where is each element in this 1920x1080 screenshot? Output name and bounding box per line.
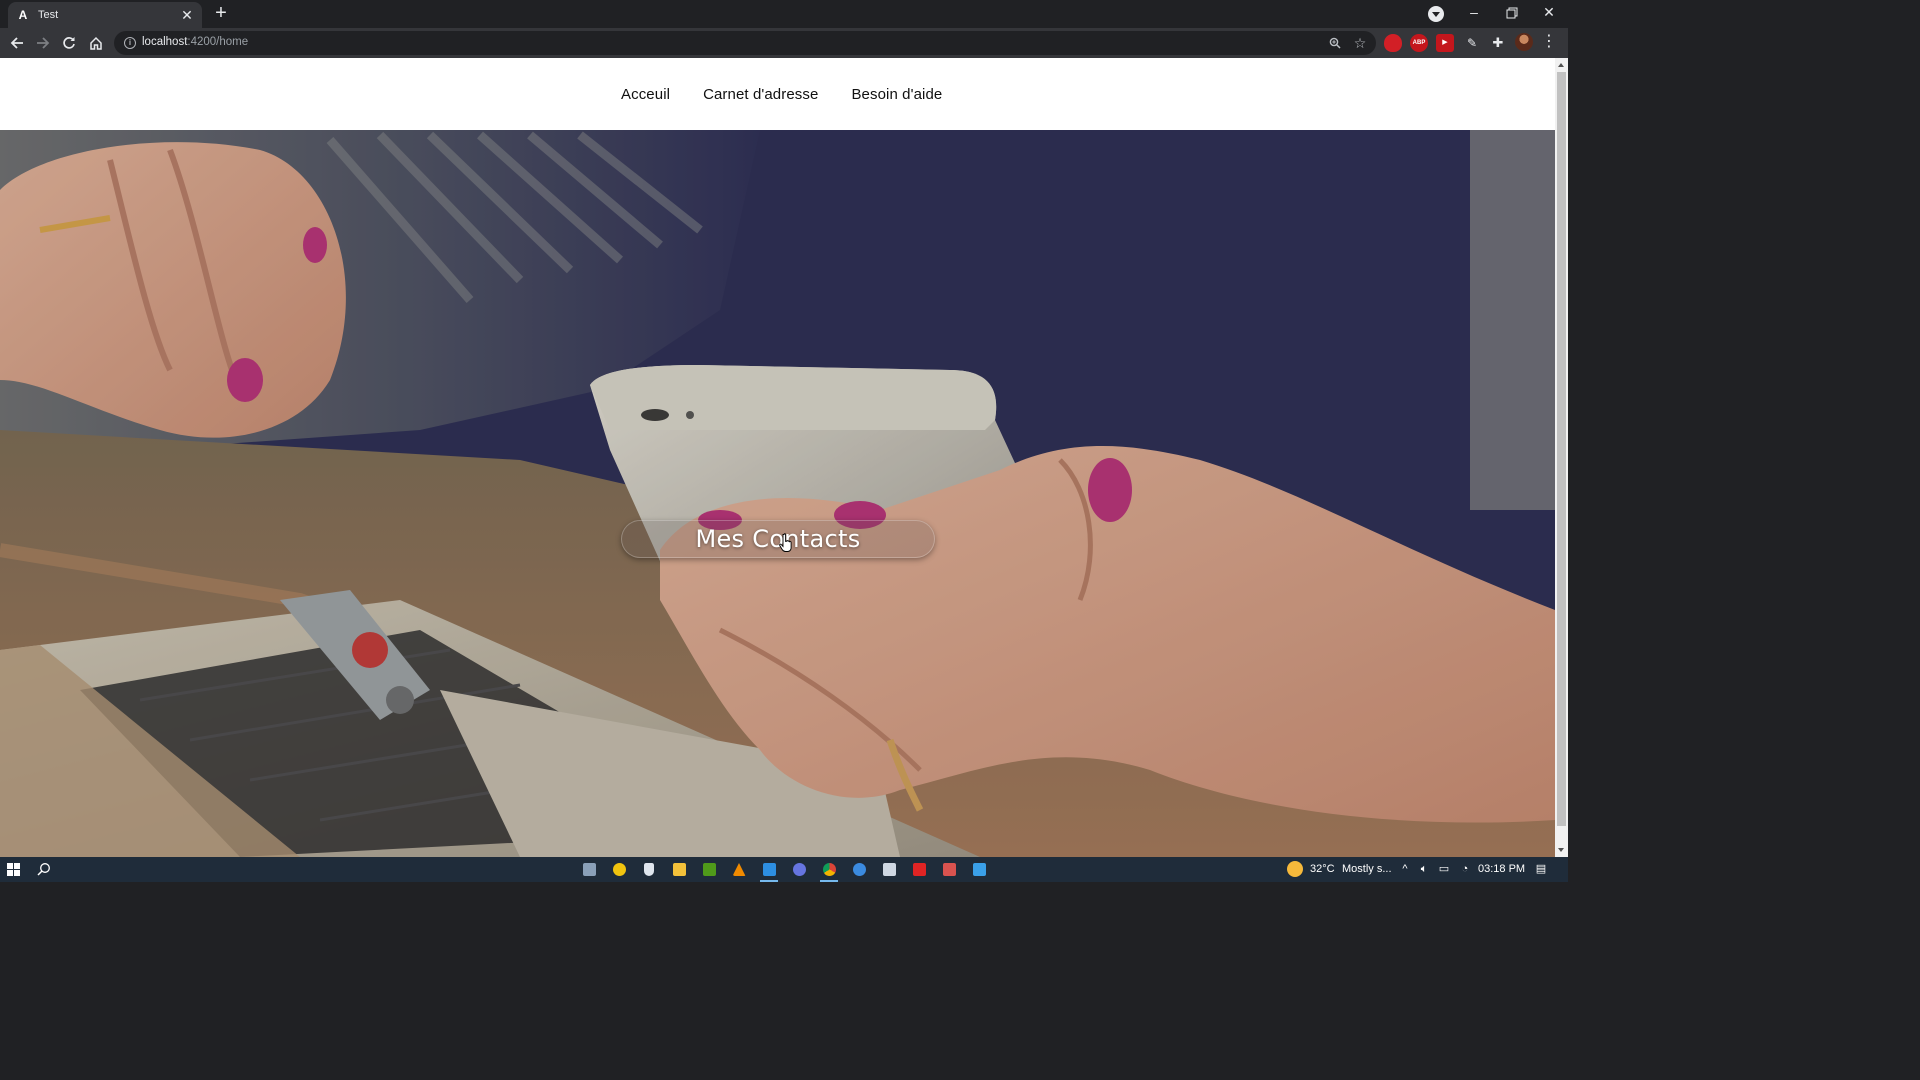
browser-toolbar: i localhost:4200/home ☆ ABP ▶ ✎ ✚ ⋮ (0, 28, 1568, 58)
taskbar-app-file-explorer[interactable] (667, 860, 691, 879)
close-icon[interactable]: ✕ (180, 7, 194, 24)
browser-tab-strip: A Test ✕ + – ✕ (0, 0, 1568, 28)
taskbar-app-image-viewer[interactable] (967, 860, 991, 879)
taskbar-app-discord[interactable] (787, 860, 811, 879)
weather-description[interactable]: Mostly s... (1342, 863, 1392, 875)
zoom-icon[interactable] (1326, 34, 1344, 52)
taskbar-app-chrome[interactable] (817, 860, 841, 882)
taskbar-app-manager[interactable] (577, 860, 601, 879)
taskbar-clock[interactable]: 03:18 PM (1478, 863, 1525, 875)
taskbar-app-blue-circle[interactable] (847, 860, 871, 879)
taskbar-app-yellow[interactable] (607, 860, 631, 879)
taskbar-app-nvidia[interactable] (697, 860, 721, 879)
search-icon[interactable] (37, 862, 51, 876)
extensions-puzzle-icon[interactable]: ✚ (1489, 34, 1507, 52)
scroll-up-arrow-icon[interactable] (1558, 63, 1564, 67)
taskbar-app-security[interactable] (637, 860, 661, 879)
reload-icon[interactable] (57, 31, 81, 55)
browser-tab[interactable]: A Test ✕ (8, 2, 202, 28)
nav-link-carnet-adresse[interactable]: Carnet d'adresse (703, 86, 818, 103)
url-path: :4200/home (187, 36, 249, 48)
taskbar-app-vlc[interactable] (727, 860, 751, 879)
taskbar-app-vscode[interactable] (757, 860, 781, 882)
chevron-up-icon[interactable]: ^ (1398, 862, 1412, 877)
extension-pen-icon[interactable]: ✎ (1463, 34, 1481, 52)
taskbar-app-tool[interactable] (937, 860, 961, 879)
weather-temperature[interactable]: 32°C (1310, 863, 1335, 875)
battery-icon[interactable]: ▭ (1437, 862, 1451, 877)
minimize-icon[interactable]: – (1455, 0, 1493, 26)
profile-avatar[interactable] (1515, 33, 1533, 51)
site-navbar: Acceuil Carnet d'adresse Besoin d'aide (0, 58, 1555, 130)
menu-dots-icon[interactable]: ⋮ (1541, 32, 1557, 52)
forward-icon[interactable] (31, 31, 55, 55)
mes-contacts-button[interactable]: Mes Contacts (621, 520, 935, 558)
weather-icon[interactable] (1287, 861, 1303, 877)
tab-search-icon[interactable] (1428, 6, 1444, 22)
url-text[interactable]: localhost:4200/home (142, 36, 248, 48)
volume-icon[interactable]: 🔈︎ (1417, 862, 1431, 877)
site-info-icon[interactable]: i (124, 37, 136, 49)
hero-background-image (0, 130, 1555, 857)
page-scrollbar[interactable] (1555, 58, 1568, 857)
address-bar[interactable]: i localhost:4200/home ☆ (114, 31, 1376, 55)
restore-icon[interactable] (1493, 0, 1531, 26)
wifi-icon[interactable]: ◔ (1458, 862, 1472, 877)
nav-link-acceuil[interactable]: Acceuil (621, 86, 670, 103)
scrollbar-thumb[interactable] (1557, 72, 1566, 826)
bookmark-star-icon[interactable]: ☆ (1351, 34, 1369, 52)
url-host: localhost (142, 36, 188, 48)
home-icon[interactable] (84, 31, 108, 55)
taskbar-app-building[interactable] (877, 860, 901, 879)
tab-title: Test (38, 9, 59, 21)
mouse-pointer-hand-icon (779, 533, 792, 552)
hero-banner: Mes Contacts (0, 130, 1555, 857)
scroll-down-arrow-icon[interactable] (1558, 848, 1564, 852)
extension-abp-icon[interactable]: ABP (1410, 34, 1428, 52)
nav-link-besoin-aide[interactable]: Besoin d'aide (851, 86, 942, 103)
plus-icon[interactable]: + (210, 3, 232, 25)
back-icon[interactable] (5, 31, 29, 55)
extension-red-square-icon[interactable]: ▶ (1436, 34, 1454, 52)
close-window-icon[interactable]: ✕ (1530, 0, 1568, 26)
windows-start-icon[interactable] (7, 863, 21, 877)
extension-red-hand-icon[interactable] (1384, 34, 1402, 52)
notifications-icon[interactable]: ▤ (1534, 862, 1548, 877)
angular-favicon-icon: A (18, 8, 28, 22)
taskbar-app-red-bolt[interactable] (907, 860, 931, 879)
windows-taskbar: 32°C Mostly s... ^ 🔈︎ ▭ ◔ 03:18 PM ▤ (0, 857, 1568, 882)
page-viewport: Acceuil Carnet d'adresse Besoin d'aide M… (0, 58, 1555, 857)
